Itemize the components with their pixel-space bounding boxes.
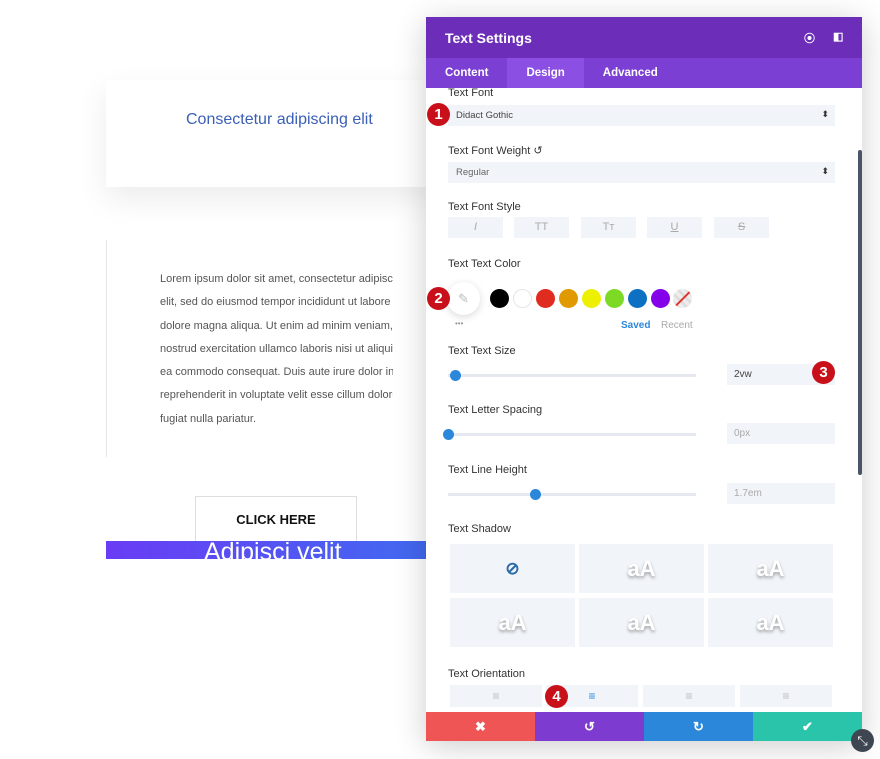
text-settings-panel: Text Settings ⦿ ◧ Content Design Advance… <box>426 17 862 741</box>
step-badge: 4 <box>545 685 568 708</box>
font-select[interactable]: Didact Gothic <box>448 105 835 126</box>
undo-button[interactable]: ↺ <box>535 712 644 741</box>
tab-bar: Content Design Advanced <box>426 58 862 88</box>
color-swatch[interactable] <box>628 289 647 308</box>
italic-button[interactable]: I <box>448 217 503 238</box>
lineheight-slider[interactable] <box>448 489 696 500</box>
tab-advanced[interactable]: Advanced <box>584 58 677 88</box>
font-label: Text Font <box>448 87 494 99</box>
cancel-button[interactable]: ✖ <box>426 712 535 741</box>
color-swatch[interactable] <box>536 289 555 308</box>
step-badge: 3 <box>812 361 835 384</box>
more-colors-icon[interactable]: ••• <box>455 319 463 328</box>
gradient-heading-bar: Adipisci velit <box>106 541 426 559</box>
color-swatch[interactable] <box>605 289 624 308</box>
color-label: Text Text Color <box>448 258 521 270</box>
color-swatch[interactable] <box>651 289 670 308</box>
color-swatch[interactable] <box>513 289 532 308</box>
size-slider[interactable] <box>448 370 696 381</box>
body-text: Lorem ipsum dolor sit amet, consectetur … <box>160 268 393 431</box>
panel-footer: ✖ ↺ ↻ ✔ <box>426 712 862 741</box>
weight-select[interactable]: Regular <box>448 162 835 183</box>
align-left-button[interactable]: ≡ <box>450 685 542 707</box>
shadow-label: Text Shadow <box>448 523 511 535</box>
step-badge: 1 <box>427 103 450 126</box>
tab-design[interactable]: Design <box>507 58 584 88</box>
gradient-heading: Adipisci velit <box>204 541 342 559</box>
card-title: Consectetur adipiscing elit <box>186 111 373 128</box>
weight-label: Text Font Weight ↺ <box>448 144 543 157</box>
size-label: Text Text Size <box>448 345 516 357</box>
body-line: Lorem ipsum dolor sit amet, consectetur … <box>160 273 393 285</box>
body-line: ea commodo consequat. Duis aute irure do… <box>160 366 393 379</box>
recent-tab[interactable]: Recent <box>661 320 693 331</box>
style-label: Text Font Style <box>448 201 521 213</box>
color-swatch[interactable] <box>490 289 509 308</box>
slider-handle[interactable] <box>450 370 462 381</box>
spacing-input[interactable]: 0px <box>727 423 835 444</box>
body-line: reprehenderit in voluptate velit esse ci… <box>160 389 393 402</box>
no-shadow-icon[interactable]: ⊘ <box>450 544 575 593</box>
shadow-preset[interactable]: aA <box>450 598 575 647</box>
spacing-slider[interactable] <box>443 429 696 440</box>
eyedropper-icon[interactable]: ✎ <box>447 282 480 315</box>
body-line: dolore magna aliqua. Ut enim ad minim ve… <box>160 319 393 332</box>
align-justify-button[interactable]: ≡ <box>740 685 832 707</box>
heading-card <box>106 80 436 187</box>
orientation-label: Text Orientation <box>448 668 526 680</box>
save-button[interactable]: ✔ <box>753 712 862 741</box>
click-here-button[interactable]: CLICK HERE <box>195 496 357 544</box>
shadow-preset[interactable]: aA <box>708 544 833 593</box>
uppercase-button[interactable]: TT <box>514 217 569 238</box>
step-badge: 2 <box>427 287 450 310</box>
body-line: elit, sed do eiusmod tempor incididunt u… <box>160 296 393 309</box>
reset-icon[interactable]: ↺ <box>533 145 542 157</box>
focus-icon[interactable]: ⦿ <box>804 30 815 46</box>
tab-content[interactable]: Content <box>426 58 507 88</box>
lineheight-input[interactable]: 1.7em <box>727 483 835 504</box>
redo-button[interactable]: ↻ <box>644 712 753 741</box>
shadow-preset[interactable]: aA <box>579 598 704 647</box>
spacing-label: Text Letter Spacing <box>448 404 543 416</box>
lineheight-label: Text Line Height <box>448 464 527 476</box>
divider <box>106 240 107 457</box>
resize-icon[interactable]: ⤡ <box>851 729 874 752</box>
strikethrough-button[interactable]: S <box>714 217 769 238</box>
panel-title: Text Settings <box>445 30 532 46</box>
sidebar-toggle-icon[interactable]: ◧ <box>833 30 843 43</box>
body-line: fugiat nulla pariatur. <box>160 412 257 425</box>
smallcaps-button[interactable]: Tт <box>581 217 636 238</box>
panel-header: Text Settings ⦿ ◧ <box>426 17 862 58</box>
slider-handle[interactable] <box>443 429 454 440</box>
color-swatch[interactable] <box>559 289 578 308</box>
shadow-preset[interactable]: aA <box>708 598 833 647</box>
shadow-preset[interactable]: aA <box>579 544 704 593</box>
underline-button[interactable]: U <box>647 217 702 238</box>
color-swatch[interactable] <box>582 289 601 308</box>
transparent-swatch[interactable] <box>673 289 692 308</box>
saved-tab[interactable]: Saved <box>621 320 650 331</box>
slider-handle[interactable] <box>529 489 541 500</box>
scrollbar[interactable] <box>858 150 862 475</box>
align-right-button[interactable]: ≡ <box>643 685 735 707</box>
body-line: nostrud exercitation ullamco laboris nis… <box>160 342 393 355</box>
weight-label-text: Text Font Weight <box>448 145 531 157</box>
